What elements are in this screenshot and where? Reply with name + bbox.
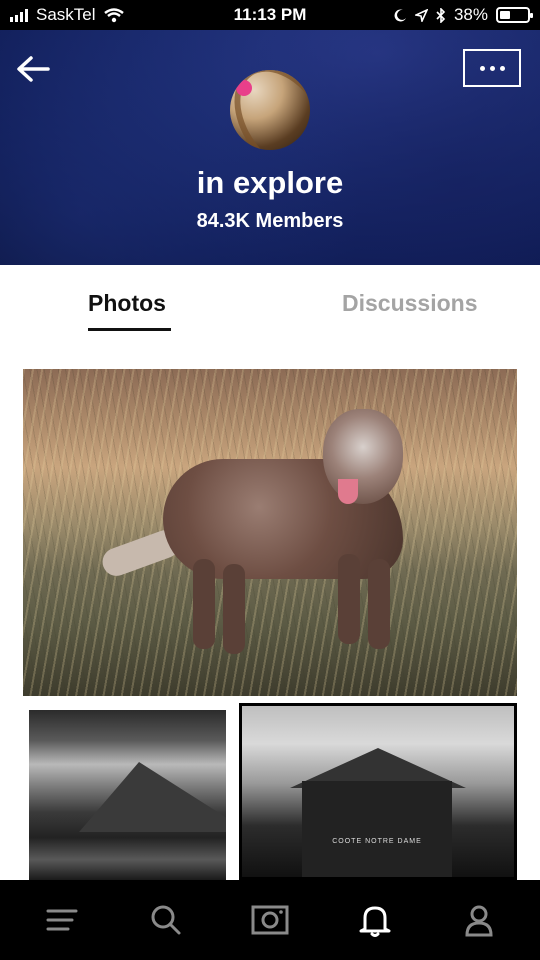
camera-icon[interactable] — [250, 902, 290, 938]
battery-percent: 38% — [453, 5, 488, 24]
location-icon — [414, 8, 428, 22]
tab-bar: Photos Discussions — [0, 265, 540, 345]
profile-icon[interactable] — [459, 902, 499, 938]
bluetooth-icon — [436, 7, 446, 23]
group-name: in explore — [196, 165, 344, 200]
moon-icon — [394, 8, 406, 21]
status-right: 38% — [394, 5, 533, 25]
back-arrow-icon — [17, 56, 50, 82]
battery-icon — [496, 7, 533, 23]
active-tab-indicator — [88, 328, 171, 331]
more-options-button[interactable] — [463, 49, 521, 87]
more-icon — [479, 65, 485, 71]
photo-tile-dog[interactable] — [23, 369, 517, 696]
menu-icon[interactable] — [42, 902, 82, 938]
status-bar: SaskTel 11:13 PM 38% — [0, 0, 540, 30]
tab-photos[interactable]: Photos — [88, 290, 166, 317]
group-avatar — [230, 70, 310, 150]
tab-discussions[interactable]: Discussions — [342, 290, 478, 317]
search-icon[interactable] — [146, 902, 186, 938]
photo-tile-church[interactable]: COOTE NOTRE DAME — [239, 703, 517, 880]
bell-icon[interactable] — [355, 902, 395, 938]
church-sign-text: COOTE NOTRE DAME — [332, 838, 422, 845]
bottom-navigation — [0, 880, 540, 960]
photo-tile-mountain[interactable] — [29, 710, 226, 880]
back-button[interactable] — [14, 52, 54, 88]
member-count: 84.3K Members — [196, 210, 344, 232]
